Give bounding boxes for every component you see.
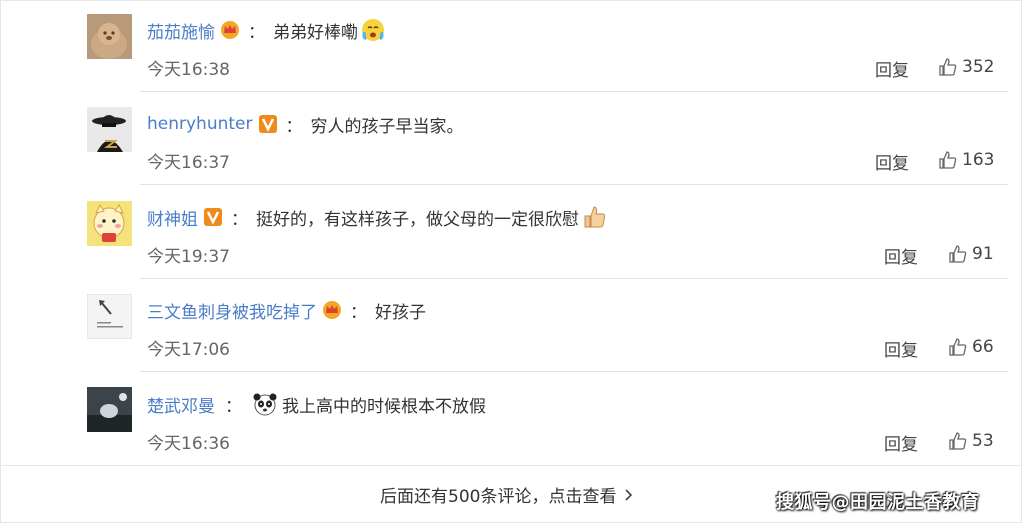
crown-badge-icon <box>220 20 240 40</box>
like-count: 352 <box>962 57 995 77</box>
reply-button[interactable]: 回复 <box>875 56 909 81</box>
watermark: 搜狐号@田园泥土香教育 <box>776 492 980 513</box>
panda-emoji-icon <box>252 391 278 417</box>
like-button[interactable]: 91 <box>948 244 994 264</box>
user-avatar[interactable] <box>87 201 132 246</box>
username-link[interactable]: 财神姐 <box>147 205 198 230</box>
comment-time: 今天19:37 <box>147 247 230 267</box>
footer-divider <box>0 465 1022 466</box>
colon-separator: ： <box>225 396 242 417</box>
thumbs-up-icon <box>949 432 967 450</box>
comment-divider <box>140 278 1008 279</box>
tearful-cry-emoji-icon <box>360 17 386 43</box>
like-button[interactable]: 352 <box>938 57 994 77</box>
like-count: 91 <box>972 244 994 264</box>
comment-time: 今天17:06 <box>147 340 230 360</box>
username-link[interactable]: henryhunter <box>147 114 253 134</box>
like-count: 163 <box>962 150 995 170</box>
reply-button[interactable]: 回复 <box>884 430 918 455</box>
thumbs-up-icon <box>939 58 957 76</box>
chevron-right-icon <box>625 488 633 501</box>
crown-badge-icon <box>322 300 342 320</box>
comment-time: 今天16:38 <box>147 60 230 80</box>
comment-divider <box>140 91 1008 92</box>
comment-text: 穷人的孩子早当家。 <box>310 116 464 137</box>
reply-button[interactable]: 回复 <box>884 243 918 268</box>
comment-time: 今天16:36 <box>147 434 230 454</box>
comment-text: 好孩子 <box>375 302 426 323</box>
username-link[interactable]: 楚武邓曼 <box>147 392 215 417</box>
like-button[interactable]: 53 <box>948 431 994 451</box>
reply-button[interactable]: 回复 <box>875 149 909 174</box>
user-avatar[interactable] <box>87 387 132 432</box>
colon-separator: ： <box>248 22 265 43</box>
colon-separator: ： <box>285 116 303 137</box>
user-avatar[interactable] <box>87 107 132 152</box>
comment-text: 弟弟好棒嘞 <box>273 22 358 43</box>
thumbs-up-icon <box>939 151 957 169</box>
load-more-text: 后面还有500条评论，点击查看 <box>380 487 617 507</box>
reply-button[interactable]: 回复 <box>884 336 918 361</box>
comment-divider <box>140 371 1008 372</box>
like-button[interactable]: 163 <box>938 150 994 170</box>
comment-divider <box>140 184 1008 185</box>
v-badge-icon <box>258 114 278 134</box>
user-avatar[interactable] <box>87 294 132 339</box>
colon-separator: ： <box>350 302 367 323</box>
like-button[interactable]: 66 <box>948 337 994 357</box>
colon-separator: ： <box>231 209 248 230</box>
thumbs-up-icon <box>949 338 967 356</box>
username-link[interactable]: 三文鱼刺身被我吃掉了 <box>147 298 317 323</box>
v-badge-icon <box>203 207 223 227</box>
load-more-link[interactable]: 后面还有500条评论，点击查看 <box>380 482 634 507</box>
user-avatar[interactable] <box>87 14 132 59</box>
thumbs-up-emoji-icon <box>581 204 607 230</box>
comment-text: 我上高中的时候根本不放假 <box>282 396 486 417</box>
like-count: 66 <box>972 337 994 357</box>
thumbs-up-icon <box>949 245 967 263</box>
username-link[interactable]: 茄茄施愉 <box>147 18 215 43</box>
comment-text: 挺好的，有这样孩子，做父母的一定很欣慰 <box>256 209 579 230</box>
like-count: 53 <box>972 431 994 451</box>
comment-time: 今天16:37 <box>147 153 230 173</box>
